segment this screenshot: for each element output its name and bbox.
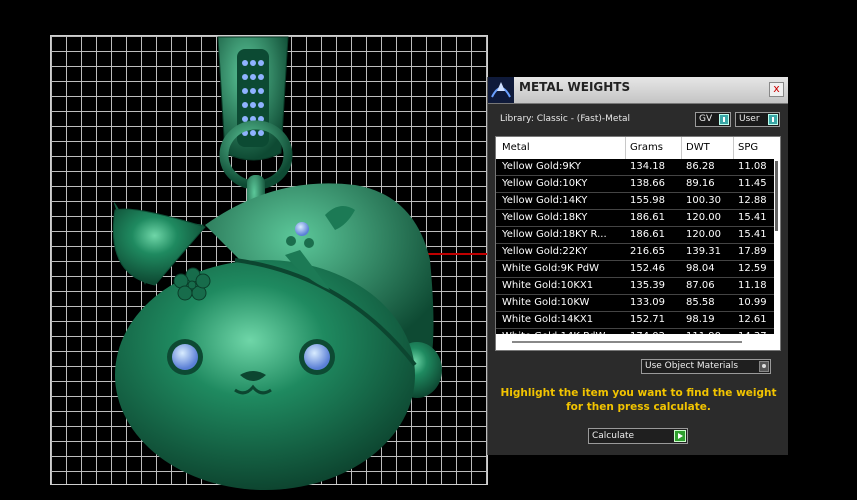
table-row[interactable]: White Gold:10KX1 135.39 87.06 11.18 <box>496 278 776 295</box>
cell-grams: 216.65 <box>630 246 665 257</box>
column-header-spg[interactable]: SPG <box>738 142 758 153</box>
vertical-scroll-thumb[interactable] <box>775 161 778 231</box>
cell-spg: 11.18 <box>738 280 767 291</box>
cell-spg: 17.89 <box>738 246 767 257</box>
instruction-line-1: Highlight the item you want to find the … <box>500 387 777 399</box>
cell-metal: Yellow Gold:14KY <box>502 195 588 206</box>
cell-spg: 11.45 <box>738 178 767 189</box>
user-toggle[interactable]: User <box>735 112 780 127</box>
cell-metal: White Gold:10KW <box>502 297 590 308</box>
calculate-button[interactable]: Calculate <box>588 428 688 444</box>
cell-grams: 186.61 <box>630 212 665 223</box>
gv-toggle[interactable]: GV <box>695 112 731 127</box>
library-label: Library: Classic - (Fast)-Metal <box>500 114 631 124</box>
column-header-grams[interactable]: Grams <box>630 142 663 153</box>
instruction-line-2: for then press calculate. <box>566 401 711 413</box>
cell-dwt: 85.58 <box>686 297 715 308</box>
play-arrow-icon <box>674 430 686 442</box>
table-row[interactable]: Yellow Gold:10KY 138.66 89.16 11.45 <box>496 176 776 193</box>
cell-dwt: 120.00 <box>686 229 721 240</box>
table-row[interactable]: White Gold:14KX1 152.71 98.19 12.61 <box>496 312 776 329</box>
cell-metal: Yellow Gold:10KY <box>502 178 588 189</box>
cell-grams: 186.61 <box>630 229 665 240</box>
cell-grams: 152.46 <box>630 263 665 274</box>
close-button[interactable]: x <box>769 82 784 97</box>
cell-grams: 155.98 <box>630 195 665 206</box>
vertical-scrollbar[interactable] <box>774 159 780 335</box>
cell-grams: 138.66 <box>630 178 665 189</box>
cell-spg: 12.88 <box>738 195 767 206</box>
metal-weights-panel: METAL WEIGHTS x Library: Classic - (Fast… <box>487 77 788 455</box>
cell-dwt: 87.06 <box>686 280 715 291</box>
cell-dwt: 139.31 <box>686 246 721 257</box>
cell-metal: White Gold:14KX1 <box>502 314 594 325</box>
cell-spg: 10.99 <box>738 297 767 308</box>
metal-table: Metal Grams DWT SPG Yellow Gold:9KY 134.1… <box>495 136 781 351</box>
cell-spg: 12.61 <box>738 314 767 325</box>
toggle-switch-icon <box>768 114 778 125</box>
toggle-switch-icon <box>719 114 729 125</box>
table-row[interactable]: Yellow Gold:14KY 155.98 100.30 12.88 <box>496 193 776 210</box>
cell-dwt: 98.19 <box>686 314 715 325</box>
cell-dwt: 89.16 <box>686 178 715 189</box>
table-header: Metal Grams DWT SPG <box>496 137 780 160</box>
table-row[interactable]: White Gold:10KW 133.09 85.58 10.99 <box>496 295 776 312</box>
cell-grams: 134.18 <box>630 161 665 172</box>
cell-metal: White Gold:9K PdW <box>502 263 599 274</box>
materials-dropdown[interactable]: Use Object Materials <box>641 359 771 374</box>
cell-metal: Yellow Gold:18KY R... <box>502 229 607 240</box>
cell-grams: 135.39 <box>630 280 665 291</box>
cell-dwt: 100.30 <box>686 195 721 206</box>
table-row[interactable]: White Gold:9K PdW 152.46 98.04 12.59 <box>496 261 776 278</box>
cat-pendant-model <box>112 36 442 490</box>
horizontal-scroll-thumb[interactable] <box>512 341 742 343</box>
materials-dropdown-value: Use Object Materials <box>645 361 739 371</box>
cell-grams: 133.09 <box>630 297 665 308</box>
cell-dwt: 86.28 <box>686 161 715 172</box>
cell-spg: 11.08 <box>738 161 767 172</box>
table-row[interactable]: Yellow Gold:22KY 216.65 139.31 17.89 <box>496 244 776 261</box>
instruction-text: Highlight the item you want to find the … <box>498 386 779 414</box>
gv-toggle-label: GV <box>699 114 713 124</box>
app-logo-icon <box>488 77 514 103</box>
cell-dwt: 120.00 <box>686 212 721 223</box>
cell-metal: Yellow Gold:18KY <box>502 212 588 223</box>
cell-dwt: 98.04 <box>686 263 715 274</box>
table-row[interactable]: Yellow Gold:18KY R... 186.61 120.00 15.41 <box>496 227 776 244</box>
calculate-label: Calculate <box>592 431 635 441</box>
cell-metal: Yellow Gold:9KY <box>502 161 581 172</box>
horizontal-scrollbar[interactable] <box>496 334 780 350</box>
user-toggle-label: User <box>739 114 760 124</box>
cell-spg: 15.41 <box>738 229 767 240</box>
table-body: Yellow Gold:9KY 134.18 86.28 11.08 Yellow Go… <box>496 159 776 346</box>
dropdown-arrow-icon <box>759 361 769 372</box>
cell-spg: 12.59 <box>738 263 767 274</box>
cell-grams: 152.71 <box>630 314 665 325</box>
table-row[interactable]: Yellow Gold:18KY 186.61 120.00 15.41 <box>496 210 776 227</box>
cell-metal: White Gold:10KX1 <box>502 280 594 291</box>
cell-spg: 15.41 <box>738 212 767 223</box>
column-header-dwt[interactable]: DWT <box>686 142 710 153</box>
window-title: METAL WEIGHTS <box>519 80 631 94</box>
cell-metal: Yellow Gold:22KY <box>502 246 588 257</box>
title-bar[interactable]: METAL WEIGHTS x <box>488 77 788 104</box>
column-header-metal[interactable]: Metal <box>502 142 530 153</box>
table-row[interactable]: Yellow Gold:9KY 134.18 86.28 11.08 <box>496 159 776 176</box>
